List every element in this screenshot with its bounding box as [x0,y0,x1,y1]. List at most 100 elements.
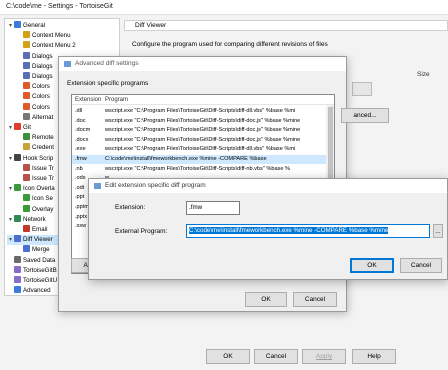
row-extension: .fmw [75,156,87,162]
tree-item-label: Alternat [32,113,54,121]
tree-item-label: Icon Overla [23,185,55,193]
tree-item-label: Icon Se [32,195,53,203]
tree-item-label: Remote [32,134,54,142]
expand-toggle-icon[interactable]: ▾ [7,184,14,194]
tree-item-label: Colors [32,93,50,101]
list-row[interactable]: .exe wscript.exe "C:\Program Files\Tortoi… [72,145,334,154]
tree-item-label: Context Menu 2 [32,42,76,50]
colors-icon [23,102,30,110]
hook-icon [14,153,21,161]
tree-item-label: Dialogs [32,52,53,60]
pane-title: Diff Viewer [135,22,167,29]
column-extension[interactable]: Extension [75,97,101,103]
overlay-icon [23,194,30,202]
git-icon [14,123,21,130]
advanced-hidden-button[interactable]: anced... [341,108,389,123]
main-help-button[interactable]: Help [352,349,396,364]
expand-toggle-icon[interactable]: ▾ [7,123,14,133]
column-program[interactable]: Program [105,97,128,103]
tree-item-label: Email [32,226,48,233]
tree-item-label: Colors [32,103,50,111]
list-row[interactable]: .docm wscript.exe "C:\Program Files\Torto… [72,126,334,135]
menu-icon [23,41,30,49]
extension-programs-label: Extension specific programs [67,80,149,87]
advanced-dialog-title: Advanced diff settings [75,60,139,67]
diff-icon [14,235,21,243]
list-row[interactable]: .nb wscript.exe "C:\Program Files\Tortois… [72,165,334,174]
main-apply-button[interactable]: Apply [302,349,346,364]
list-header: Extension Program [72,95,334,105]
tree-item-label: Diff Viewer [23,236,53,244]
colors-icon [23,92,30,100]
row-program: wscript.exe "C:\Program Files\TortoiseGi… [105,146,296,153]
row-program: wscript.exe "C:\Program Files\TortoiseGi… [105,117,301,124]
edit-dialog-title-bar: Edit extension specific diff program [89,179,447,193]
remote-icon [23,133,30,141]
advanced-ok-button[interactable]: OK [245,292,287,307]
external-program-field[interactable]: C:\code\me\install\fmeworkbench.exe %min… [186,224,430,238]
key-icon [23,143,30,151]
list-row[interactable]: .doc wscript.exe "C:\Program Files\Tortoi… [72,117,334,126]
tree-item-label: Overlay [32,205,54,213]
wrench-icon [14,286,21,294]
row-program: wscript.exe "C:\Program Files\TortoiseGi… [105,127,301,134]
expand-toggle-icon[interactable]: ▾ [7,21,14,31]
tree-item-label: Dialogs [32,73,53,80]
alternative-icon [23,112,30,120]
overlay-icon [14,184,21,192]
dialog-icon [23,51,30,59]
tree-item-label: Advanced [23,287,51,295]
edit-diff-program-dialog: Edit extension specific diff program Ext… [88,178,448,280]
wrench-icon [14,21,21,28]
tree-item[interactable]: ▾ General [7,21,119,31]
main-ok-button[interactable]: OK [206,349,250,364]
tree-item[interactable]: Context Menu 2 [16,41,119,51]
advanced-dialog-title-bar: Advanced diff settings [59,57,346,71]
row-extension: .docm [75,127,91,134]
tortoise-icon [14,276,21,283]
tree-item-label: Credent [32,144,55,152]
row-program: C:\code\me\install\fmeworkbench.exe %min… [105,156,267,162]
row-extension: .ppt [75,194,85,201]
row-program: wscript.exe "C:\Program Files\TortoiseGi… [105,136,301,143]
bug-icon [23,163,30,171]
tree-item-label: Merge [32,246,50,254]
window-title: C:\code\me - Settings - TortoiseGit [6,3,113,10]
row-extension: .dll [75,108,83,114]
row-program: wscript.exe "C:\Program Files\TortoiseGi… [105,108,296,114]
expand-toggle-icon[interactable]: ▾ [7,154,14,164]
bug-icon [23,174,30,181]
pane-hidden-button[interactable] [352,82,372,96]
row-extension: .sxw [75,223,87,230]
advanced-cancel-button[interactable]: Cancel [293,292,337,307]
row-extension: .nb [75,165,83,172]
tree-item[interactable]: Context Menu [16,31,119,41]
edit-cancel-button[interactable]: Cancel [400,258,442,273]
expand-toggle-icon[interactable]: ▾ [7,215,14,225]
tree-item-label: Git [23,124,31,131]
row-extension: .doc [75,117,86,124]
tree-item-label: Dialogs [32,62,53,70]
external-program-label: External Program: [115,228,168,235]
list-row[interactable]: .dll wscript.exe "C:\Program Files\Tortoi… [72,107,334,116]
pane-description: Configure the program used for comparing… [132,41,328,48]
overlay-icon [23,204,30,212]
expand-toggle-icon[interactable]: ▾ [7,235,14,245]
main-cancel-button[interactable]: Cancel [254,349,298,364]
scrollbar-thumb[interactable] [328,107,333,181]
tree-item-label: Saved Data [23,256,56,264]
merge-icon [23,245,30,253]
tree-item-label: Hook Scrip [23,154,54,162]
browse-button[interactable]: ... [433,224,443,238]
menu-icon [23,31,30,39]
email-icon [23,225,30,232]
edit-ok-button[interactable]: OK [350,258,394,273]
edit-dialog-title: Edit extension specific diff program [105,182,206,189]
tree-item-label: Colors [32,83,50,91]
row-extension: .docx [75,136,89,143]
dialog-app-icon [64,61,71,67]
row-program: wscript.exe "C:\Program Files\TortoiseGi… [105,165,290,172]
extension-field[interactable]: .fmw [186,201,240,215]
list-row[interactable]: .docx wscript.exe "C:\Program Files\Torto… [72,136,334,145]
list-row[interactable]: .fmw C:\code\me\install\fmeworkbench.exe … [72,155,334,164]
